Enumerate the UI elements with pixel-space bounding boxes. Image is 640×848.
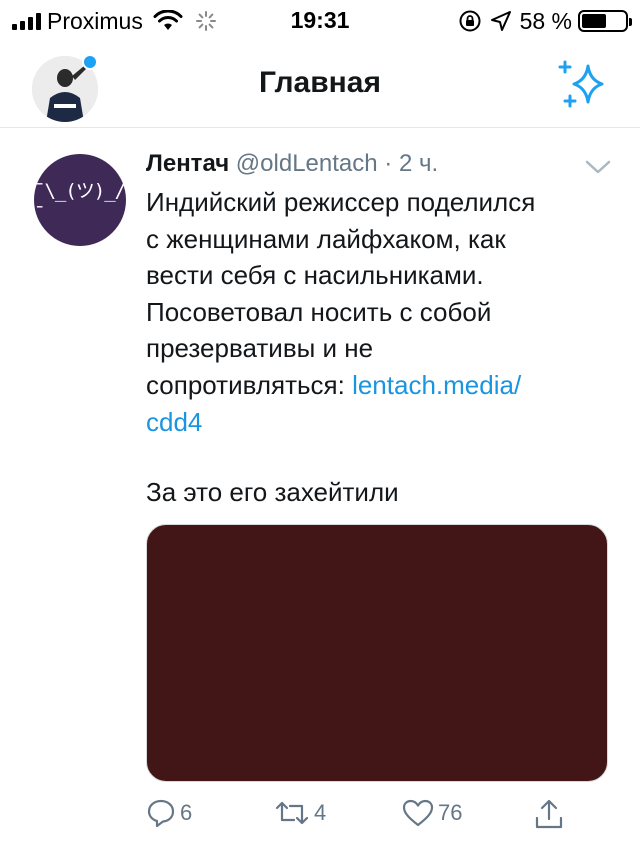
tweet-text-fragment: сопротивляться:	[146, 369, 353, 400]
tweet-link[interactable]: lentach.media/	[352, 370, 521, 400]
avatar-shrug-text: ¯\_(ツ)_/¯	[34, 179, 126, 225]
location-arrow-icon	[490, 11, 511, 31]
retweet-button[interactable]: 4	[274, 798, 326, 828]
page-title: Главная	[258, 66, 381, 99]
tweet[interactable]: ¯\_(ツ)_/¯ Лентач @oldLentach · 2 ч. Инди…	[0, 128, 640, 848]
top-navigation-bar: Главная	[0, 44, 640, 128]
tweet-text-line: сопротивляться: lentach.media/	[146, 367, 616, 404]
tweet-text-line: Индийский режиссер поделился	[146, 187, 536, 217]
sparkle-icon[interactable]	[556, 58, 612, 112]
tweet-actions: 6 4 76	[146, 794, 616, 838]
tweet-media[interactable]	[146, 524, 608, 782]
tweet-header: Лентач @oldLentach · 2 ч.	[146, 150, 438, 178]
reply-button[interactable]: 6	[146, 798, 192, 828]
retweet-count: 4	[314, 800, 327, 825]
like-count: 76	[438, 800, 463, 825]
battery-icon	[578, 10, 632, 32]
author-name[interactable]: Лентач	[146, 150, 229, 177]
like-button[interactable]: 76	[402, 798, 462, 828]
battery-percent: 58 %	[519, 7, 572, 34]
tweet-text-line: Посоветовал носить с собой	[146, 296, 492, 327]
tweet-second-paragraph: За это его захейтили	[146, 477, 399, 507]
reply-count: 6	[180, 800, 193, 825]
author-handle[interactable]: @oldLentach	[236, 150, 378, 177]
tweet-time: 2 ч.	[398, 150, 439, 177]
status-bar: Proximus 19:31 58 %	[0, 0, 640, 44]
battery-level	[582, 14, 607, 28]
retweet-icon	[275, 801, 309, 825]
tweet-link-continued[interactable]: cdd4	[146, 404, 616, 441]
chevron-down-icon[interactable]	[584, 158, 612, 176]
status-bar-right: 58 %	[458, 6, 632, 36]
tweet-text-line: презервативы и не	[146, 333, 374, 364]
tweet-text-line: с женщинами лайфхаком, как	[146, 223, 506, 254]
tweet-text: Индийский режиссер поделился с женщинами…	[146, 184, 616, 440]
reply-icon	[147, 799, 175, 828]
tweet-text-line: вести себя с насильниками.	[146, 260, 484, 291]
rotation-lock-icon	[459, 10, 481, 32]
like-icon	[402, 799, 434, 827]
separator-dot: ·	[384, 150, 393, 177]
tweet-author-avatar[interactable]: ¯\_(ツ)_/¯	[34, 154, 126, 246]
share-icon	[535, 799, 563, 829]
share-button[interactable]	[534, 798, 564, 830]
